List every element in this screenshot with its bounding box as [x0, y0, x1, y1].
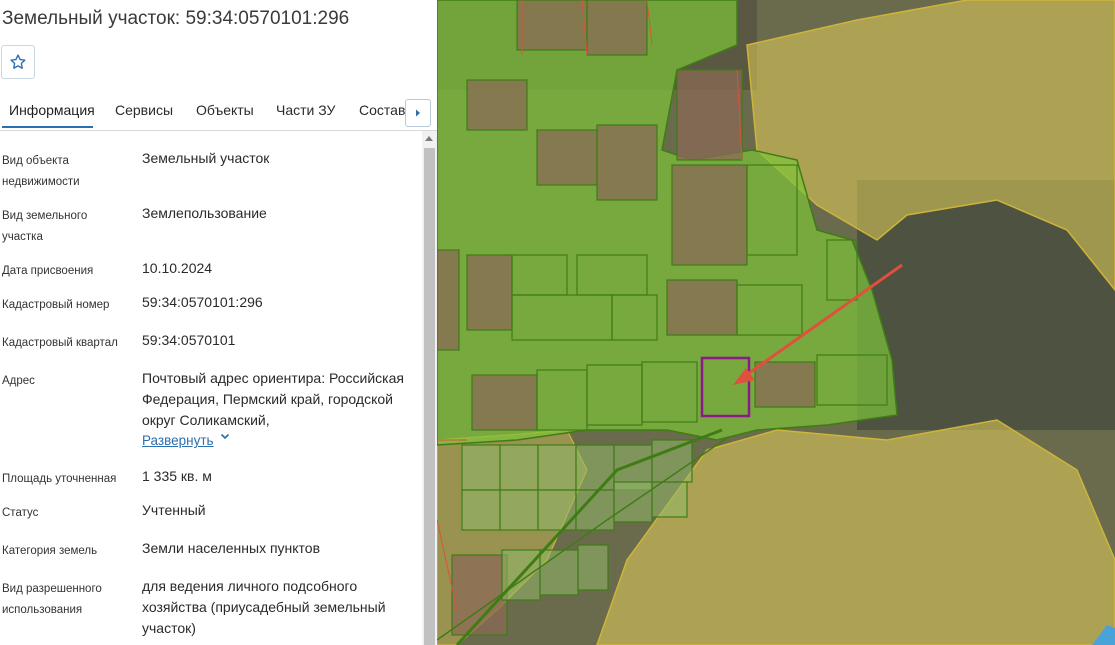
field-value: Земли населенных пунктов: [142, 540, 321, 556]
field-value: Земельный участок: [142, 150, 270, 166]
star-icon: [10, 54, 26, 69]
field-label: Статус: [2, 507, 39, 519]
land-plot[interactable]: [651, 481, 688, 518]
land-plot[interactable]: [575, 444, 615, 491]
land-plot[interactable]: [466, 79, 528, 131]
tab-objects[interactable]: Объекты: [196, 102, 254, 118]
land-plot[interactable]: [537, 444, 577, 491]
field-label: Вид разрешенного использования: [2, 583, 102, 616]
land-plot[interactable]: [461, 489, 501, 531]
field-value: Учтенный: [142, 502, 206, 518]
map-view[interactable]: [437, 0, 1115, 645]
field-label: Кадастровый номер: [2, 299, 110, 311]
land-plot[interactable]: [676, 69, 743, 161]
land-plot[interactable]: [596, 124, 658, 201]
land-plot[interactable]: [536, 129, 598, 186]
land-plot[interactable]: [537, 489, 577, 531]
land-plot[interactable]: [437, 249, 460, 351]
land-plot[interactable]: [754, 361, 816, 408]
land-plot[interactable]: [671, 164, 748, 266]
land-plot[interactable]: [471, 374, 538, 431]
active-tab-indicator: [2, 126, 93, 128]
field-value: 10.10.2024: [142, 260, 213, 276]
expand-address-link[interactable]: Развернуть: [142, 433, 214, 448]
tab-services[interactable]: Сервисы: [115, 102, 173, 118]
field-value: 59:34:0570101:296: [142, 294, 263, 310]
land-plot[interactable]: [466, 254, 513, 331]
land-plot[interactable]: [516, 0, 588, 51]
field-value: 1 335 кв. м: [142, 468, 212, 484]
field-label: Вид земельного участка: [2, 210, 88, 243]
field-value: для ведения личного подсобного хозяйства…: [142, 578, 386, 636]
land-plot[interactable]: [539, 549, 579, 596]
field-label: Адрес: [2, 375, 35, 387]
field-label: Дата присвоения: [2, 265, 94, 277]
field-label: Площадь уточненная: [2, 473, 117, 485]
field-value: Почтовый адрес ориентира: Российская Фед…: [142, 370, 404, 428]
land-plot[interactable]: [461, 444, 501, 491]
tab-bar: Информация Сервисы Объекты Части ЗУ Сост…: [0, 96, 437, 131]
land-plot[interactable]: [499, 444, 539, 491]
info-list: Вид объекта недвижимости Земельный участ…: [0, 131, 422, 645]
field-label: Кадастровый квартал: [2, 337, 118, 349]
land-plot[interactable]: [666, 279, 738, 336]
land-plot[interactable]: [499, 489, 539, 531]
scroll-up-arrow-icon[interactable]: [425, 136, 433, 141]
chevron-down-icon[interactable]: [219, 430, 231, 442]
field-label: Вид объекта недвижимости: [2, 155, 80, 188]
chevron-right-icon: [416, 109, 420, 117]
field-label: Категория земель: [2, 545, 98, 557]
tab-info[interactable]: Информация: [9, 102, 95, 118]
favorite-button[interactable]: [1, 45, 35, 79]
tabs-scroll-right-button[interactable]: [405, 99, 431, 127]
land-plot[interactable]: [586, 0, 648, 56]
field-value: Землепользование: [142, 205, 267, 221]
info-panel: Земельный участок: 59:34:0570101:296 Инф…: [0, 0, 437, 645]
page-title: Земельный участок: 59:34:0570101:296: [2, 8, 350, 29]
field-address: Адрес Почтовый адрес ориентира: Российск…: [0, 370, 422, 461]
scrollbar-thumb[interactable]: [424, 148, 435, 645]
map-canvas[interactable]: [437, 0, 1115, 645]
tab-parcel-parts[interactable]: Части ЗУ: [276, 102, 335, 118]
tab-composition[interactable]: Состав: [359, 102, 405, 118]
field-value: 59:34:0570101: [142, 332, 236, 348]
land-plot[interactable]: [577, 544, 609, 591]
field-permitted-use: Вид разрешенного использования для веден…: [0, 578, 422, 645]
